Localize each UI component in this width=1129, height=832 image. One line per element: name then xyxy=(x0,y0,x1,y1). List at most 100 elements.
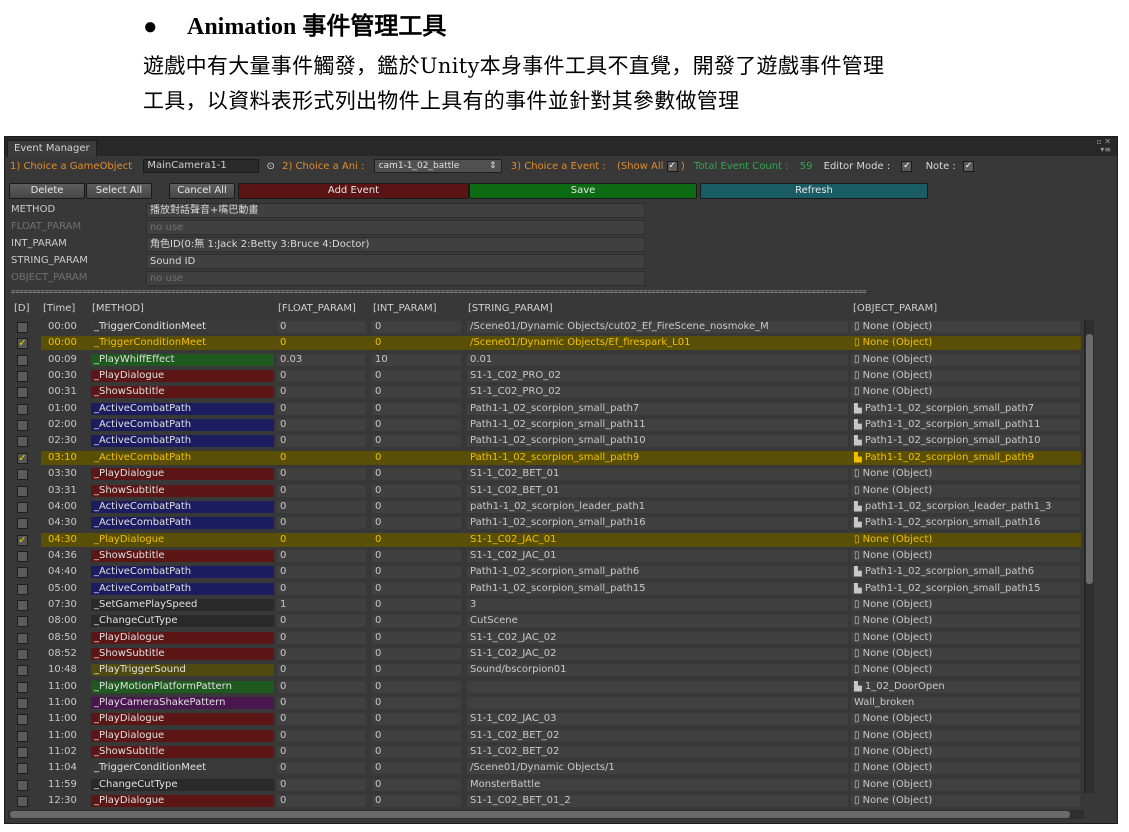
row-string-param[interactable] xyxy=(467,680,848,693)
row-delete-checkbox[interactable] xyxy=(17,354,28,366)
delete-button[interactable]: Delete xyxy=(9,183,85,199)
row-method[interactable]: _ActiveCombatPath xyxy=(91,500,274,513)
row-delete-checkbox[interactable] xyxy=(17,599,28,611)
row-float-param[interactable]: 1 xyxy=(277,598,366,611)
tab-event-manager[interactable]: Event Manager xyxy=(7,140,97,157)
row-string-param[interactable]: Path1-1_02_scorpion_small_path7 xyxy=(467,402,848,415)
row-int-param[interactable]: 0 xyxy=(372,566,461,579)
row-string-param[interactable]: S1-1_C02_BET_01 xyxy=(467,468,848,481)
row-method[interactable]: _ShowSubtitle xyxy=(91,386,274,399)
row-delete-checkbox[interactable] xyxy=(17,387,28,399)
table-row[interactable]: 11:00 _PlayDialogue 0 0 S1-1_C02_JAC_03 ▯ Non… xyxy=(5,711,1085,727)
table-row[interactable]: 04:36 _ShowSubtitle 0 0 S1-1_C02_JAC_01 ▯ Non… xyxy=(5,548,1085,564)
row-int-param[interactable]: 0 xyxy=(372,746,461,759)
table-row[interactable]: 12:30 _PlayDialogue 0 0 S1-1_C02_BET_01_2 ▯ N… xyxy=(5,793,1085,809)
table-row[interactable]: 00:30 _PlayDialogue 0 0 S1-1_C02_PRO_02 ▯ Non… xyxy=(5,368,1085,384)
row-string-param[interactable]: S1-1_C02_JAC_03 xyxy=(467,713,848,726)
row-method[interactable]: _ActiveCombatPath xyxy=(91,402,274,415)
row-string-param[interactable]: S1-1_C02_BET_02 xyxy=(467,746,848,759)
row-object-param[interactable]: ▙ Path1-1_02_scorpion_small_path10 xyxy=(851,435,1080,448)
row-method[interactable]: _ActiveCombatPath xyxy=(91,452,274,464)
row-delete-checkbox[interactable] xyxy=(17,322,28,333)
row-delete-checkbox[interactable] xyxy=(17,436,28,448)
row-int-param[interactable]: 0 xyxy=(372,484,461,497)
row-delete-checkbox[interactable] xyxy=(17,567,28,579)
table-row[interactable]: 02:30 _ActiveCombatPath 0 0 Path1-1_02_scorp… xyxy=(5,433,1085,449)
row-method[interactable]: _PlayDialogue xyxy=(91,534,274,546)
row-float-param[interactable]: 0 xyxy=(277,615,366,628)
row-string-param[interactable]: /Scene01/Dynamic Objects/1 xyxy=(467,762,848,775)
row-int-param[interactable]: 0 xyxy=(372,697,461,710)
row-int-param[interactable]: 0 xyxy=(372,386,461,399)
row-object-param[interactable]: ▙ Path1-1_02_scorpion_small_path15 xyxy=(851,582,1080,595)
table-row[interactable]: 08:52 _ShowSubtitle 0 0 S1-1_C02_JAC_02 ▯ Non… xyxy=(5,646,1085,662)
row-method[interactable]: _ActiveCombatPath xyxy=(91,517,274,530)
row-object-param[interactable]: ▙ Path1-1_02_scorpion_small_path9 xyxy=(851,452,1080,464)
vertical-scrollbar[interactable] xyxy=(1084,320,1094,793)
table-row[interactable]: 08:50 _PlayDialogue 0 0 S1-1_C02_JAC_02 ▯ Non… xyxy=(5,630,1085,646)
row-delete-checkbox[interactable] xyxy=(17,518,28,530)
row-object-param[interactable]: ▯ None (Object) xyxy=(851,598,1080,611)
row-delete-checkbox[interactable] xyxy=(17,665,28,677)
note-checkbox[interactable]: ✓ xyxy=(963,160,974,172)
row-method[interactable]: _ShowSubtitle xyxy=(91,746,274,759)
row-delete-checkbox[interactable]: ✓ xyxy=(17,452,28,464)
table-row[interactable]: 00:09 _PlayWhiffEffect 0.03 10 0.01 ▯ None (O… xyxy=(5,352,1085,368)
row-float-param[interactable]: 0 xyxy=(277,631,366,644)
row-object-param[interactable]: ▯ None (Object) xyxy=(851,321,1080,333)
row-delete-checkbox[interactable] xyxy=(17,583,28,595)
row-delete-checkbox[interactable] xyxy=(17,469,28,481)
row-string-param[interactable]: /Scene01/Dynamic Objects/cut02_Ef_FireSc… xyxy=(467,321,848,333)
row-int-param[interactable]: 0 xyxy=(372,762,461,775)
row-float-param[interactable]: 0.03 xyxy=(277,353,366,366)
row-int-param[interactable]: 0 xyxy=(372,582,461,595)
row-float-param[interactable]: 0 xyxy=(277,762,366,775)
row-string-param[interactable]: Path1-1_02_scorpion_small_path16 xyxy=(467,517,848,530)
row-delete-checkbox[interactable] xyxy=(17,698,28,710)
table-row[interactable]: 02:00 _ActiveCombatPath 0 0 Path1-1_02_scorp… xyxy=(5,417,1085,433)
row-float-param[interactable]: 0 xyxy=(277,484,366,497)
row-object-param[interactable]: ▯ None (Object) xyxy=(851,729,1080,742)
row-string-param[interactable]: S1-1_C02_JAC_01 xyxy=(467,534,848,546)
row-delete-checkbox[interactable] xyxy=(17,779,28,791)
row-int-param[interactable]: 0 xyxy=(372,321,461,333)
row-float-param[interactable]: 0 xyxy=(277,452,366,464)
row-method[interactable]: _ActiveCombatPath xyxy=(91,582,274,595)
row-delete-checkbox[interactable] xyxy=(17,681,28,693)
table-row[interactable]: ✓ 04:30 _PlayDialogue 0 0 S1-1_C02_JAC_01 ▯ No… xyxy=(5,532,1085,548)
object-picker-icon[interactable]: ⊙ xyxy=(267,161,275,172)
row-int-param[interactable]: 0 xyxy=(372,648,461,660)
row-string-param[interactable]: Path1-1_02_scorpion_small_path15 xyxy=(467,582,848,595)
row-float-param[interactable]: 0 xyxy=(277,370,366,383)
row-int-param[interactable]: 0 xyxy=(372,778,461,791)
row-object-param[interactable]: ▯ None (Object) xyxy=(851,386,1080,399)
row-float-param[interactable]: 0 xyxy=(277,517,366,530)
row-float-param[interactable]: 0 xyxy=(277,321,366,333)
row-int-param[interactable]: 0 xyxy=(372,337,461,349)
row-float-param[interactable]: 0 xyxy=(277,549,366,562)
table-row[interactable]: 03:30 _PlayDialogue 0 0 S1-1_C02_BET_01 ▯ Non… xyxy=(5,466,1085,482)
row-float-param[interactable]: 0 xyxy=(277,729,366,742)
row-object-param[interactable]: ▯ None (Object) xyxy=(851,778,1080,791)
row-method[interactable]: _PlayTriggerSound xyxy=(91,664,274,677)
row-string-param[interactable]: S1-1_C02_JAC_01 xyxy=(467,549,848,562)
row-delete-checkbox[interactable] xyxy=(17,796,28,808)
row-object-param[interactable]: ▯ None (Object) xyxy=(851,337,1080,349)
row-method[interactable]: _PlayWhiffEffect xyxy=(91,353,274,366)
row-float-param[interactable]: 0 xyxy=(277,680,366,693)
row-delete-checkbox[interactable]: ✓ xyxy=(17,534,28,546)
row-object-param[interactable]: ▙ Path1-1_02_scorpion_small_path6 xyxy=(851,566,1080,579)
row-int-param[interactable]: 0 xyxy=(372,631,461,644)
row-int-param[interactable]: 0 xyxy=(372,370,461,383)
row-method[interactable]: _ShowSubtitle xyxy=(91,484,274,497)
row-object-param[interactable]: ▯ None (Object) xyxy=(851,664,1080,677)
row-int-param[interactable]: 0 xyxy=(372,452,461,464)
table-row[interactable]: 11:04 _TriggerConditionMeet 0 0/Scene01/Dyn… xyxy=(5,760,1085,776)
row-int-param[interactable]: 0 xyxy=(372,534,461,546)
row-method[interactable]: _ActiveCombatPath xyxy=(91,566,274,579)
table-row[interactable]: 08:00 _ChangeCutType 0 0 CutScene ▯ None (Obj… xyxy=(5,613,1085,629)
row-float-param[interactable]: 0 xyxy=(277,582,366,595)
row-object-param[interactable]: ▙ path1-1_02_scorpion_leader_path1_3 xyxy=(851,500,1080,513)
table-row[interactable]: 11:00 _PlayDialogue 0 0 S1-1_C02_BET_02 ▯ Non… xyxy=(5,728,1085,744)
row-object-param[interactable]: ▯ None (Object) xyxy=(851,353,1080,366)
